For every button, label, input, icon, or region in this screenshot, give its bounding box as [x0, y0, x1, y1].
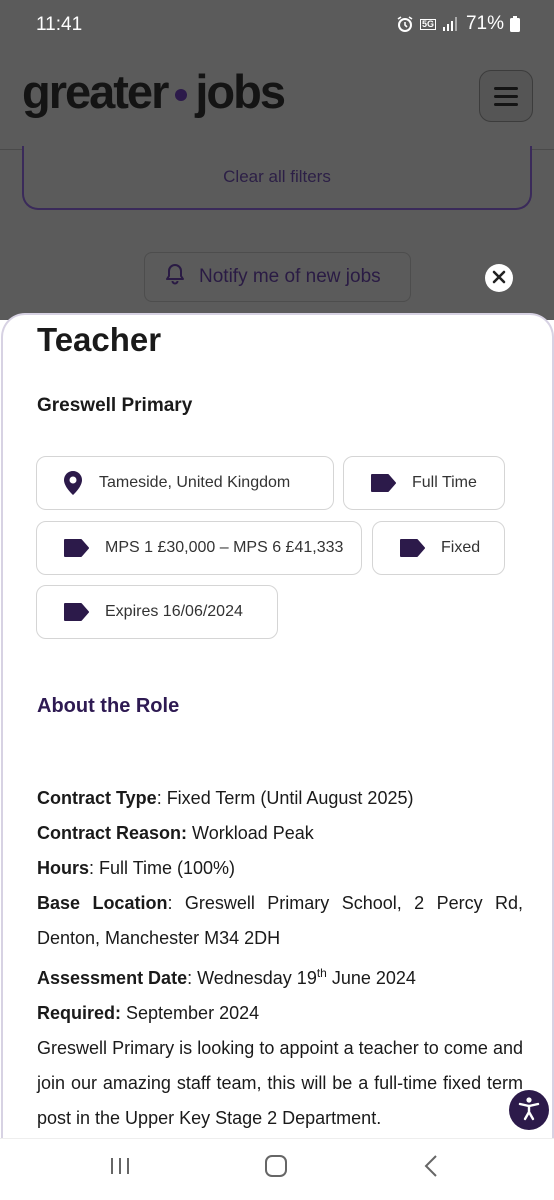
- assessment-date-suffix: June 2024: [326, 968, 416, 988]
- status-bar: 11:41 5G 71%: [0, 0, 554, 42]
- location-label: Tameside, United Kingdom: [99, 474, 291, 491]
- tag-icon: [63, 539, 89, 557]
- hamburger-icon-bar: [494, 94, 518, 98]
- hours-value: : Full Time (100%): [89, 858, 236, 878]
- location-chip: Tameside, United Kingdom: [36, 456, 334, 510]
- recent-apps-icon: [109, 1156, 131, 1180]
- salary-label: MPS 1 £30,000 – MPS 6 £41,333: [105, 539, 344, 556]
- status-time: 11:41: [36, 14, 83, 35]
- logo-dot: [175, 88, 188, 101]
- site-header: greater jobs: [0, 42, 554, 150]
- close-icon: [492, 269, 506, 288]
- recent-apps-button[interactable]: [100, 1153, 140, 1183]
- hours-line: Hours: Full Time (100%): [37, 851, 523, 886]
- home-icon: [264, 1154, 288, 1182]
- navigation-bar: [0, 1138, 554, 1200]
- expires-label: Expires 16/06/2024: [105, 603, 243, 620]
- logo-text-right: jobs: [195, 65, 286, 118]
- home-button[interactable]: [256, 1153, 296, 1183]
- contract-type-value: : Fixed Term (Until August 2025): [156, 788, 414, 808]
- required-value: September 2024: [121, 1003, 260, 1023]
- bell-icon: [165, 263, 185, 291]
- accessibility-button[interactable]: [509, 1090, 549, 1130]
- role-description: Greswell Primary is looking to appoint a…: [37, 1038, 523, 1128]
- close-modal-button[interactable]: [485, 264, 513, 292]
- clear-filters-label: Clear all filters: [223, 167, 331, 186]
- company-name: Greswell Primary: [37, 395, 193, 416]
- hours-label: Hours: [37, 858, 90, 878]
- job-type-label: Full Time: [412, 474, 477, 491]
- notify-button[interactable]: Notify me of new jobs: [144, 252, 411, 302]
- job-details: Contract Type: Fixed Term (Until August …: [37, 781, 523, 1136]
- job-detail-modal: Teacher Greswell Primary Tameside, Unite…: [1, 313, 554, 1139]
- contract-type-label: Contract Type: [37, 788, 157, 808]
- expires-chip: Expires 16/06/2024: [36, 585, 278, 639]
- job-type-chip: Full Time: [343, 456, 505, 510]
- contract-reason-value: Workload Peak: [187, 823, 314, 843]
- hamburger-icon: [494, 86, 518, 90]
- menu-button[interactable]: [479, 70, 533, 122]
- assessment-date-sup: th: [316, 966, 327, 980]
- signal-icon: [442, 16, 460, 32]
- notify-label: Notify me of new jobs: [199, 266, 381, 287]
- contract-reason-line: Contract Reason: Workload Peak: [37, 816, 523, 851]
- assessment-date-line: Assessment Date: Wednesday 19th June 202…: [37, 956, 523, 996]
- map-pin-icon: [63, 470, 83, 496]
- back-button[interactable]: [411, 1153, 451, 1183]
- tag-icon: [63, 603, 89, 621]
- alarm-icon: [396, 15, 414, 33]
- tag-icon: [399, 539, 425, 557]
- tag-icon: [370, 474, 396, 492]
- battery-icon: [510, 16, 520, 32]
- assessment-date-label: Assessment Date: [37, 968, 188, 988]
- contract-reason-label: Contract Reason:: [37, 823, 188, 843]
- network-badge: 5G: [419, 18, 436, 30]
- base-location-label: Base Location: [37, 893, 168, 913]
- required-line: Required: September 2024: [37, 996, 523, 1031]
- back-icon: [423, 1154, 439, 1182]
- clear-filters-button[interactable]: Clear all filters: [22, 146, 532, 210]
- about-role-heading: About the Role: [37, 695, 180, 717]
- term-chip: Fixed: [372, 521, 505, 575]
- hamburger-icon-bar: [494, 102, 518, 106]
- salary-chip: MPS 1 £30,000 – MPS 6 £41,333: [36, 521, 362, 575]
- contract-type-line: Contract Type: Fixed Term (Until August …: [37, 781, 523, 816]
- term-label: Fixed: [441, 539, 481, 556]
- base-location-line: Base Location: Greswell Primary School, …: [37, 886, 523, 956]
- assessment-date-prefix: : Wednesday 19: [187, 968, 317, 988]
- battery-percent: 71%: [465, 13, 504, 34]
- required-label: Required:: [37, 1003, 122, 1023]
- greater-jobs-logo[interactable]: greater jobs: [22, 64, 286, 119]
- logo-text-left: greater: [22, 65, 169, 118]
- status-icons: 5G 71%: [396, 13, 520, 35]
- accessibility-icon: [516, 1095, 542, 1125]
- job-title: Teacher: [37, 321, 162, 358]
